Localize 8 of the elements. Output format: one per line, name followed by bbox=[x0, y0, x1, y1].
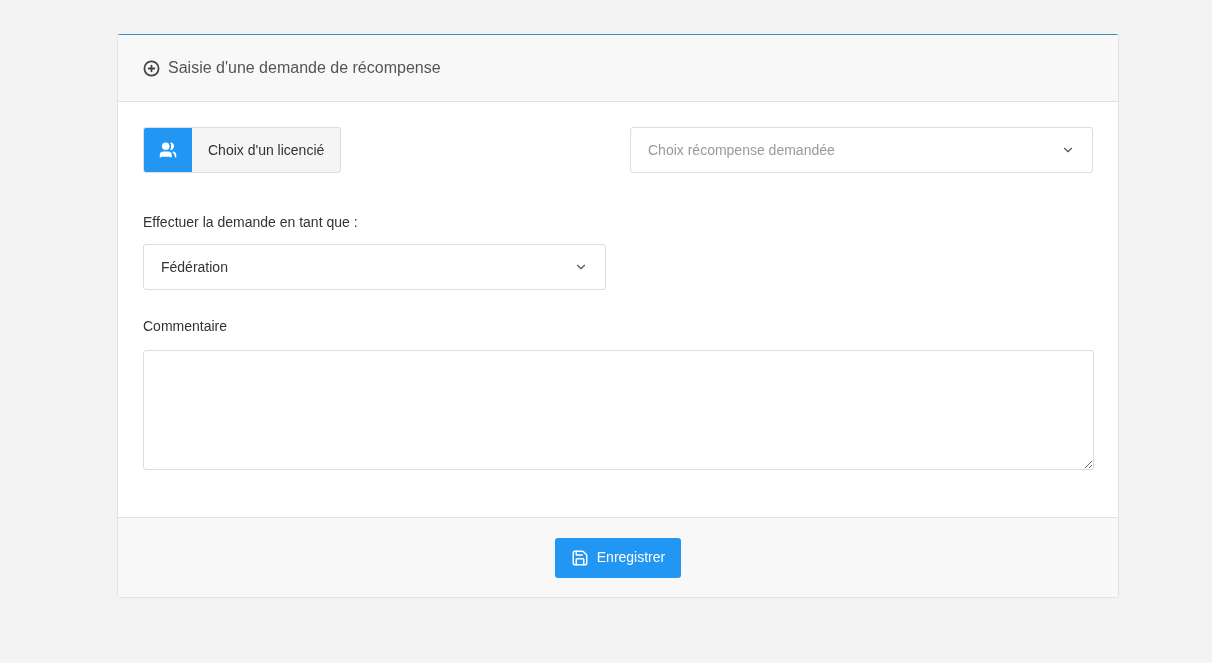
role-select[interactable]: Fédération bbox=[143, 244, 606, 290]
role-label: Effectuer la demande en tant que : bbox=[143, 213, 359, 232]
users-icon bbox=[159, 141, 177, 159]
add-circle-icon bbox=[143, 59, 160, 77]
comment-label: Commentaire bbox=[143, 317, 229, 336]
comment-field[interactable] bbox=[143, 350, 1094, 470]
member-choice-button[interactable]: Choix d'un licencié bbox=[143, 127, 342, 173]
card-title: Saisie d'une demande de récompense bbox=[168, 58, 441, 78]
